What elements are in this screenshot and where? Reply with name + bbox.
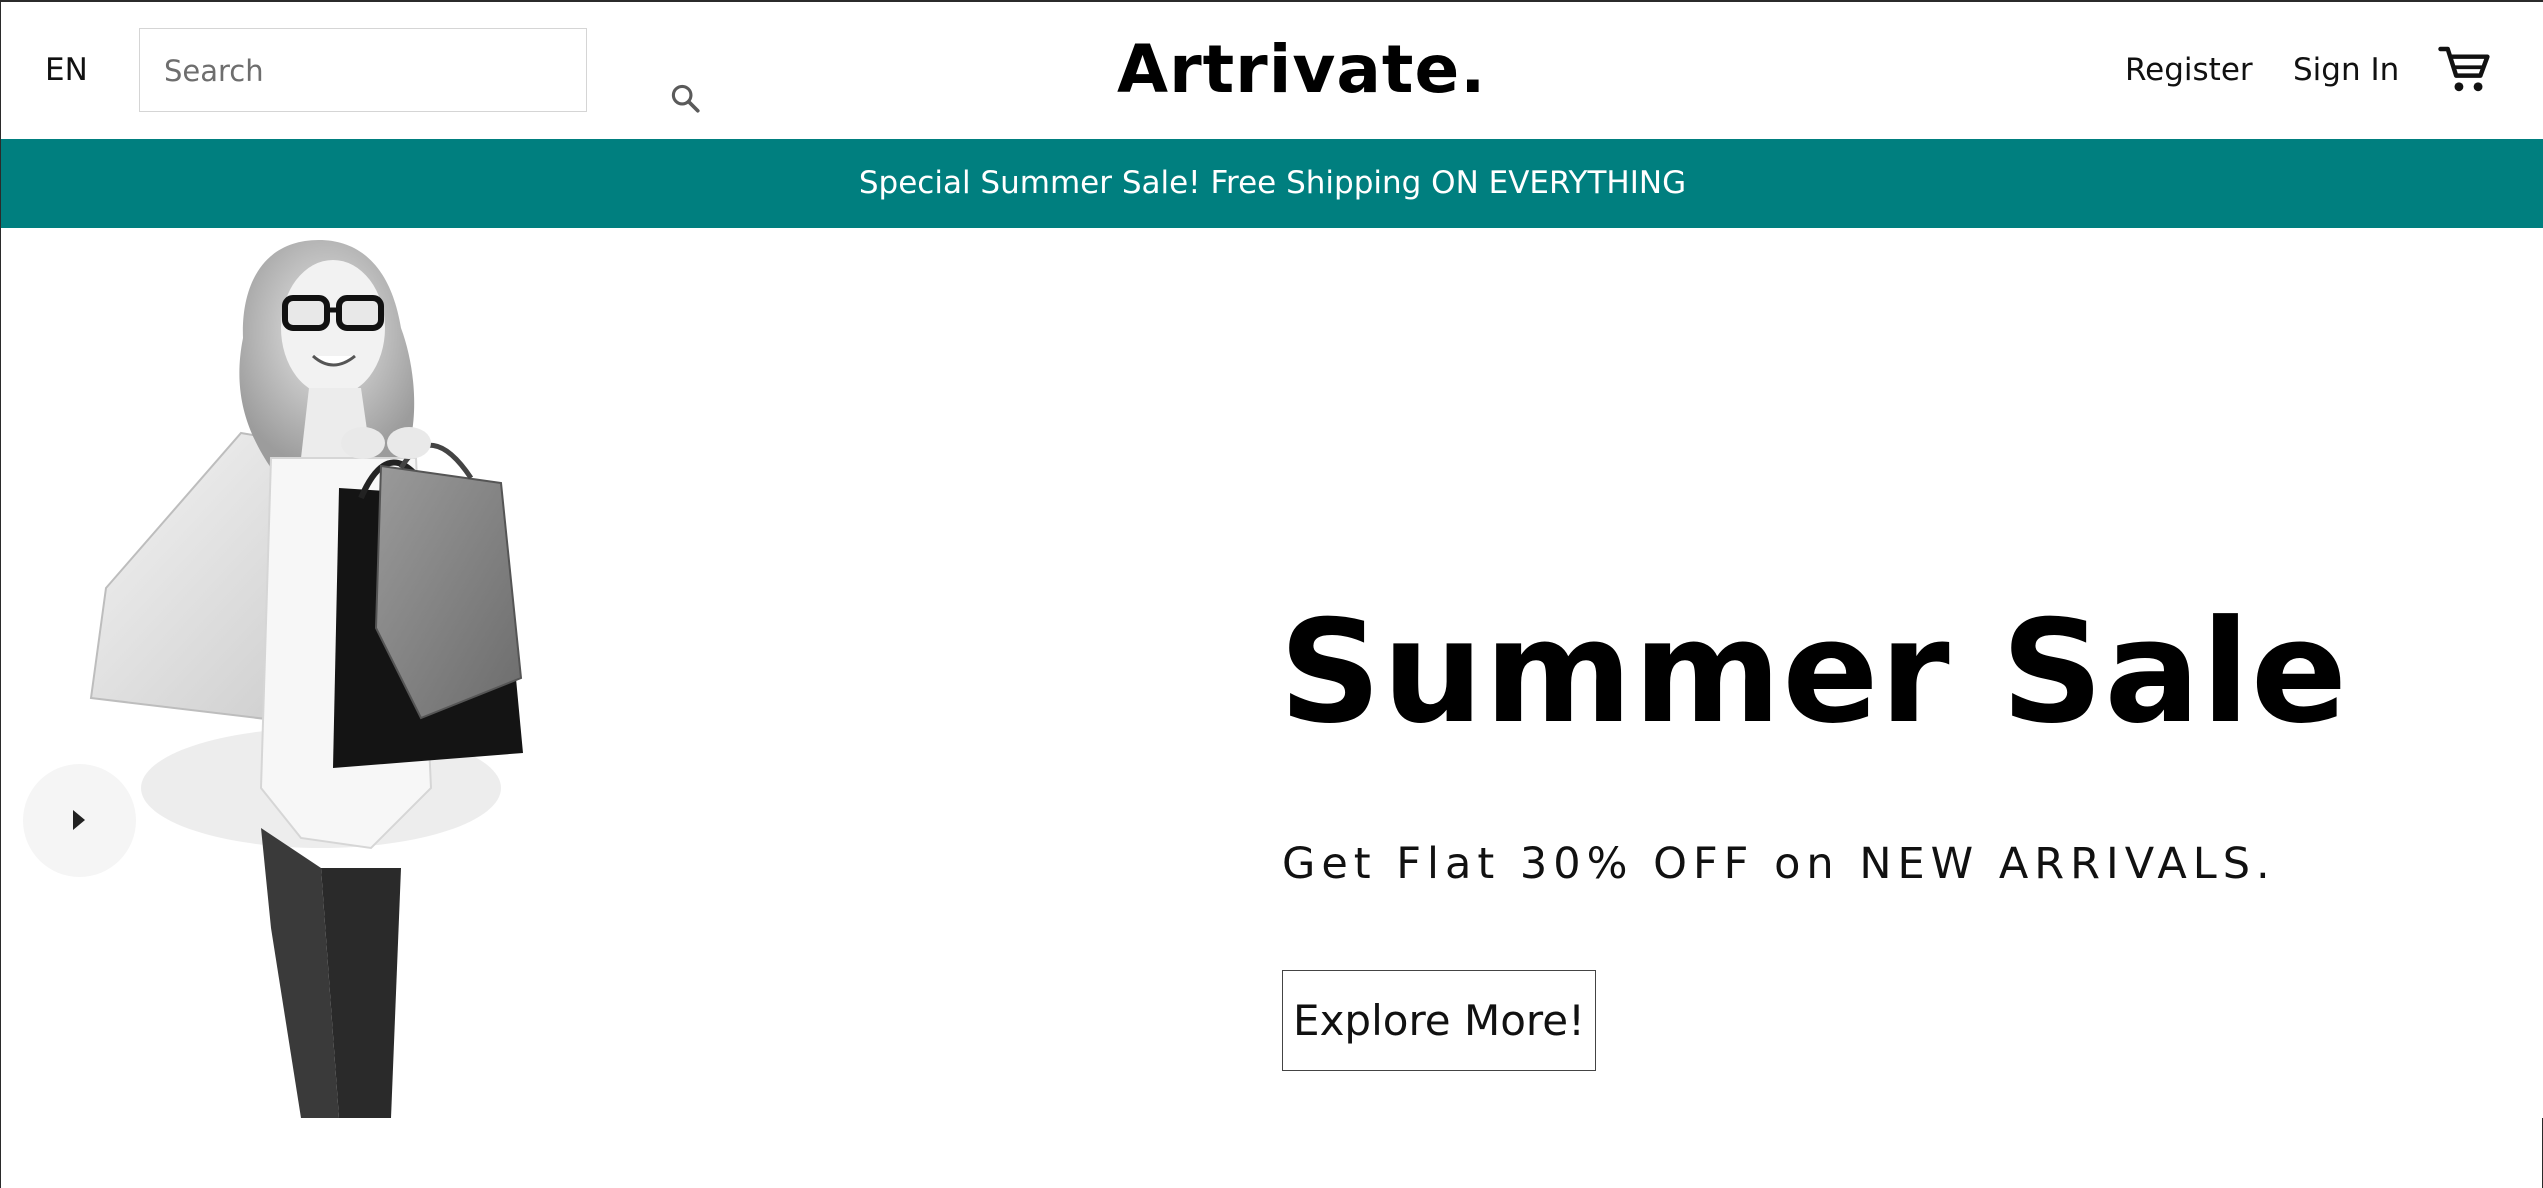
caret-right-icon <box>73 810 85 830</box>
explore-more-button[interactable]: Explore More! <box>1282 970 1596 1071</box>
brand-logo[interactable]: Artrivate. <box>1117 30 1486 110</box>
woman-with-shopping-bags-image <box>89 240 523 1118</box>
hero-subtitle: Get Flat 30% OFF on NEW ARRIVALS. <box>1282 839 2276 889</box>
announcement-bar: Special Summer Sale! Free Shipping ON EV… <box>1 139 2543 228</box>
top-navbar: EN Artrivate. Register Sign In <box>1 2 2543 139</box>
language-selector[interactable]: EN <box>45 50 88 90</box>
search-box[interactable] <box>139 28 700 113</box>
hero-slider: Summer Sale Get Flat 30% OFF on NEW ARRI… <box>1 228 2543 1118</box>
search-input[interactable] <box>164 49 504 93</box>
slider-next-button[interactable] <box>23 764 136 877</box>
hero-title: Summer Sale <box>1279 590 2349 755</box>
search-icon[interactable] <box>668 81 702 115</box>
announcement-text: Special Summer Sale! Free Shipping ON EV… <box>858 165 1687 201</box>
register-link[interactable]: Register <box>2125 50 2253 90</box>
shopping-cart-icon[interactable] <box>2437 42 2493 98</box>
sign-in-link[interactable]: Sign In <box>2293 50 2399 90</box>
browser-frame: EN Artrivate. Register Sign In Special S… <box>0 0 2543 1188</box>
